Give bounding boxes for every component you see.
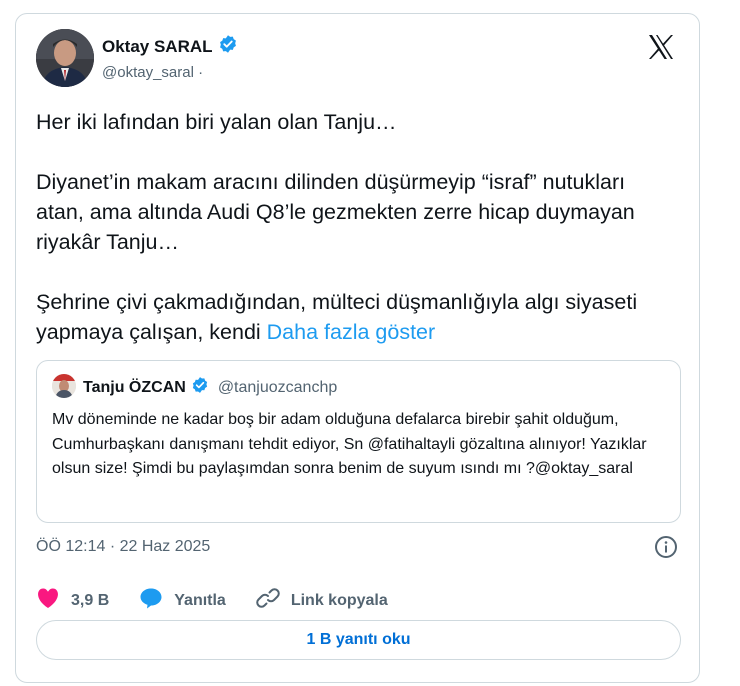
quoted-author-name[interactable]: Tanju ÖZCAN [83,379,186,397]
author-avatar[interactable] [36,29,94,87]
x-logo-icon[interactable] [647,34,675,60]
quoted-tweet-text: Mv döneminde ne kadar boş bir adam olduğ… [52,411,647,477]
quoted-author-avatar[interactable] [52,374,76,398]
copy-link-button[interactable]: Link kopyala [256,586,388,615]
read-replies-label: 1 B yanıtı oku [306,631,411,648]
quoted-tweet[interactable]: Tanju ÖZCAN @tanjuozcanchp Mv döneminde … [36,360,681,523]
link-icon [256,586,280,615]
like-button[interactable]: 3,9 B [36,587,109,614]
like-count: 3,9 B [71,591,110,609]
tweet-actions: 3,9 B Yanıtla Link kopyala [36,586,418,615]
author-name[interactable]: Oktay SARAL [102,37,213,57]
reply-label: Yanıtla [174,591,226,609]
author-handle[interactable]: @oktay_saral · [102,64,203,81]
read-replies-button[interactable]: 1 B yanıtı oku [36,620,681,660]
tweet-body: Her iki lafından biri yalan olan Tanju… … [36,110,638,344]
verified-badge-icon [218,34,238,59]
copy-link-label: Link kopyala [290,591,388,609]
tweet-text: Her iki lafından biri yalan olan Tanju… … [36,107,676,347]
verified-badge-icon [191,376,209,399]
show-more-link[interactable]: Daha fazla göster [267,320,436,344]
heart-icon [36,587,60,614]
tweet-timestamp[interactable]: ÖÖ 12:14 · 22 Haz 2025 [36,538,210,556]
quoted-author-handle[interactable]: @tanjuozcanchp [218,379,337,397]
tweet-card: Oktay SARAL @oktay_saral · Her iki lafın… [15,13,700,683]
info-icon[interactable] [654,535,678,559]
reply-button[interactable]: Yanıtla [139,587,226,614]
reply-bubble-icon [139,587,163,614]
